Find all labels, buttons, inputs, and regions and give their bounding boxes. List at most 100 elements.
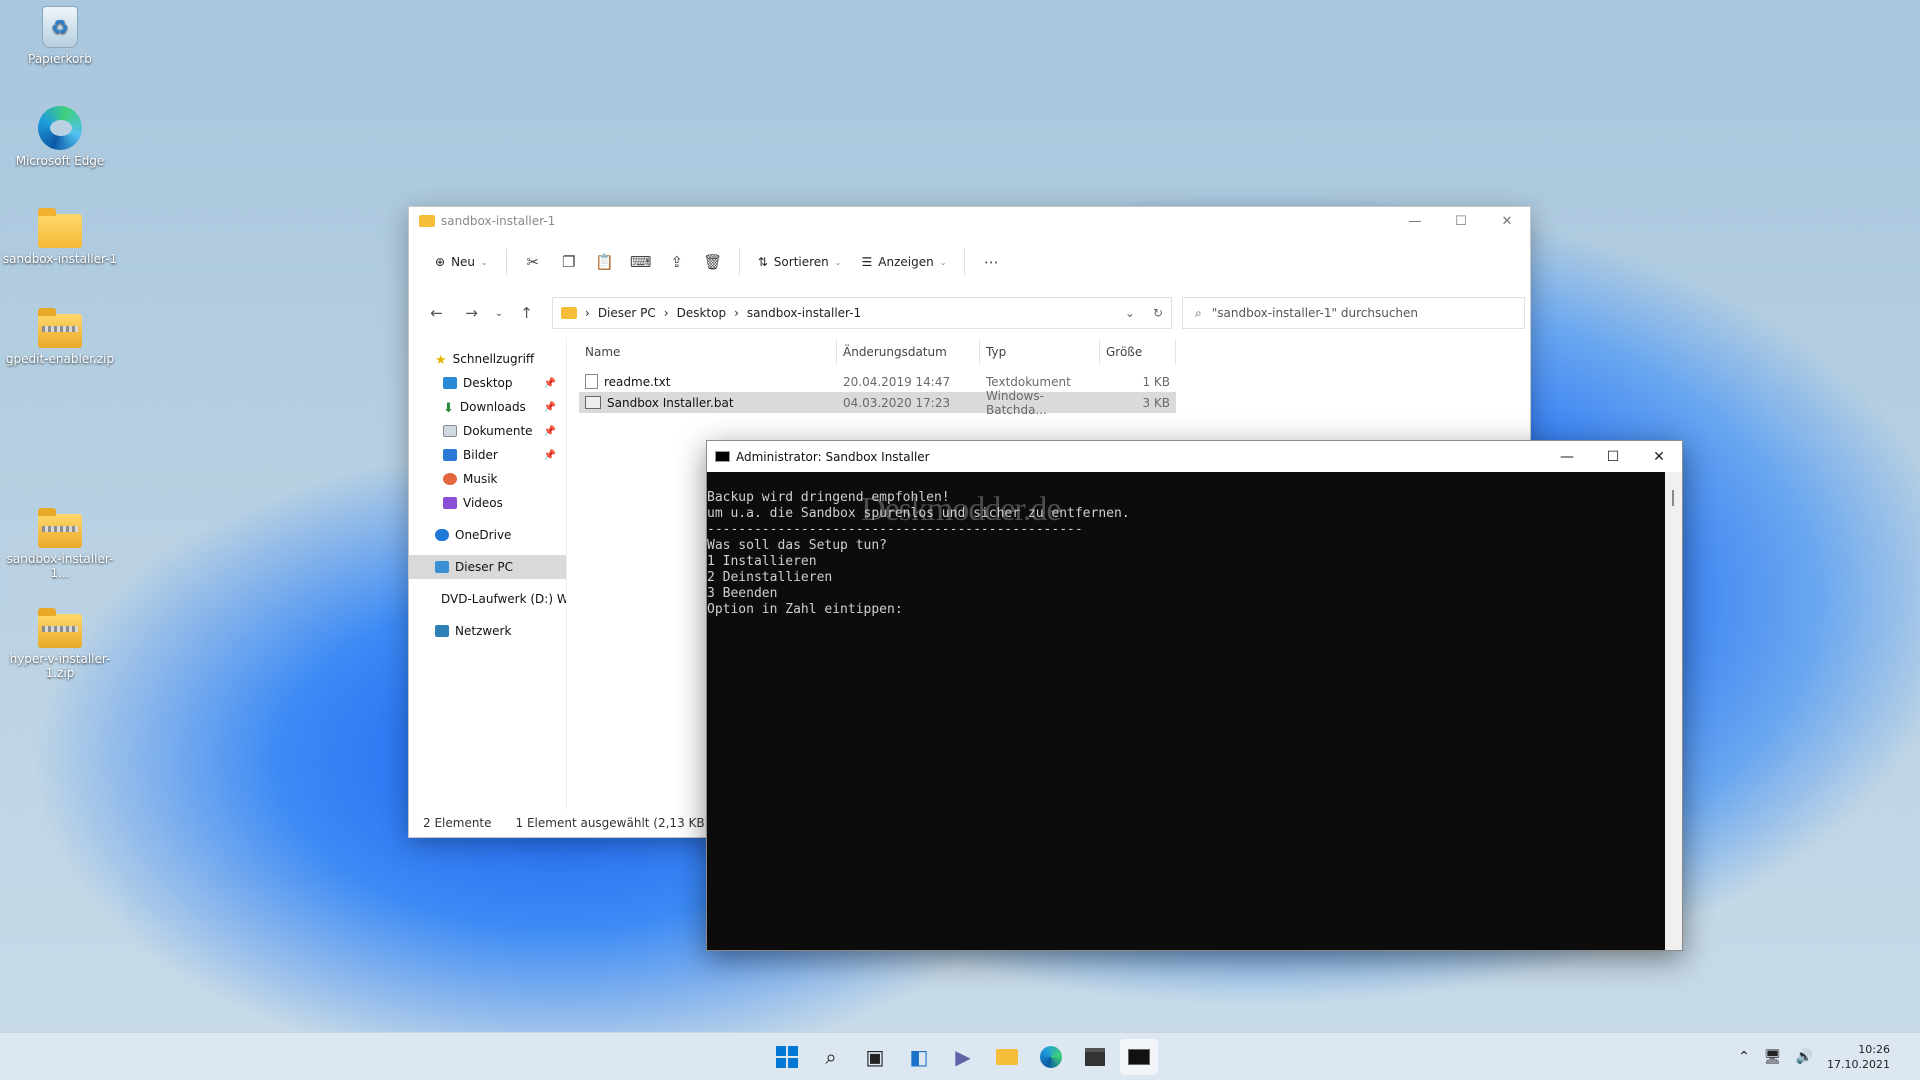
desktop-icon-sandbox-folder[interactable]: sandbox-installer-1 xyxy=(0,206,120,266)
share-icon: ⇪ xyxy=(670,253,684,271)
chevron-down-icon: ⌄ xyxy=(481,257,488,267)
more-options-button[interactable]: ⋯ xyxy=(975,246,1007,278)
divider xyxy=(738,249,740,275)
maximize-button[interactable]: ☐ xyxy=(1590,449,1636,465)
console-line: ----------------------------------------… xyxy=(707,522,1083,537)
share-button[interactable]: ⇪ xyxy=(661,246,693,278)
file-size: 1 KB xyxy=(1142,374,1170,389)
taskbar-apps: ⌕ ▣ ◧ ▶ xyxy=(768,1039,1158,1075)
scrollbar[interactable] xyxy=(1665,472,1682,950)
delete-button[interactable]: 🗑 xyxy=(697,246,729,278)
column-headers: Name Änderungsdatum Typ Größe xyxy=(579,337,1530,367)
scroll-thumb[interactable] xyxy=(1672,490,1674,506)
nav-item-pictures[interactable]: Bilder 📌 xyxy=(409,443,566,467)
file-date: 20.04.2019 14:47 xyxy=(843,374,951,389)
file-row[interactable]: Sandbox Installer.bat 04.03.2020 17:23 W… xyxy=(579,389,1176,417)
chevron-up-icon[interactable]: ⌃ xyxy=(1738,1049,1750,1065)
zip-folder-icon xyxy=(38,508,82,548)
forward-button[interactable]: → xyxy=(454,304,489,322)
minimize-button[interactable]: — xyxy=(1392,214,1438,229)
nav-item-documents[interactable]: Dokumente 📌 xyxy=(409,419,566,443)
nav-item-videos[interactable]: Videos xyxy=(409,491,566,515)
document-icon xyxy=(443,425,457,437)
terminal-taskbar-button[interactable] xyxy=(1120,1039,1158,1075)
address-bar[interactable]: › Dieser PC › Desktop › sandbox-installe… xyxy=(552,297,1172,329)
desktop-icon-label: gpedit-enabler.zip xyxy=(5,352,115,366)
cut-button[interactable]: ✂ xyxy=(517,246,549,278)
copy-button[interactable]: ❐ xyxy=(553,246,585,278)
status-bar: 2 Elemente 1 Element ausgewählt (2,13 KB… xyxy=(409,809,709,837)
picture-icon xyxy=(443,449,457,461)
nav-item-music[interactable]: Musik xyxy=(409,467,566,491)
console-icon xyxy=(1128,1049,1150,1065)
column-header-date[interactable]: Änderungsdatum xyxy=(837,339,980,365)
nav-network[interactable]: Netzwerk xyxy=(409,619,566,643)
up-button[interactable]: ↑ xyxy=(509,304,544,322)
sort-button[interactable]: ⇅ Sortieren ⌄ xyxy=(750,246,850,278)
column-header-type[interactable]: Typ xyxy=(980,339,1100,365)
explorer-titlebar[interactable]: sandbox-installer-1 — ☐ ✕ xyxy=(409,207,1530,235)
close-button[interactable]: ✕ xyxy=(1484,214,1530,229)
desktop-icon-sandbox-zip[interactable]: sandbox-installer-1... xyxy=(0,506,120,580)
breadcrumb-item[interactable]: Dieser PC xyxy=(598,306,656,320)
desktop-icon-recycle-bin[interactable]: Papierkorb xyxy=(0,6,120,66)
console-titlebar[interactable]: Administrator: Sandbox Installer — ☐ ✕ xyxy=(707,441,1682,472)
widgets-button[interactable]: ◧ xyxy=(900,1039,938,1075)
navigation-pane: ★ Schnellzugriff Desktop 📌 ⬇ Downloads 📌 Dok… xyxy=(409,337,567,809)
edge-taskbar-button[interactable] xyxy=(1032,1039,1070,1075)
console-output[interactable]: Backup wird dringend empfohlen! um u.a. d… xyxy=(707,472,1682,650)
chevron-right-icon: › xyxy=(585,306,590,320)
start-button[interactable] xyxy=(768,1039,806,1075)
column-header-name[interactable]: Name xyxy=(579,339,837,365)
breadcrumb-item[interactable]: sandbox-installer-1 xyxy=(747,306,861,320)
plus-circle-icon: ⊕ xyxy=(435,255,446,269)
refresh-icon[interactable]: ↻ xyxy=(1153,306,1163,320)
search-button[interactable]: ⌕ xyxy=(812,1039,850,1075)
scissors-icon: ✂ xyxy=(526,253,540,271)
desktop-icon-edge[interactable]: Microsoft Edge xyxy=(0,106,120,168)
star-icon: ★ xyxy=(435,353,447,368)
back-button[interactable]: ← xyxy=(419,304,454,322)
zip-folder-icon xyxy=(38,308,82,348)
nav-quick-access[interactable]: ★ Schnellzugriff xyxy=(409,347,566,371)
trash-icon: 🗑 xyxy=(703,253,723,271)
network-icon[interactable]: 🖥 xyxy=(1764,1049,1782,1065)
nav-dvd-drive[interactable]: DVD-Laufwerk (D:) W xyxy=(409,587,566,611)
video-icon xyxy=(443,497,457,509)
music-icon xyxy=(443,473,457,485)
column-header-size[interactable]: Größe xyxy=(1100,339,1176,365)
divider xyxy=(964,249,966,275)
history-dropdown-icon[interactable]: ⌄ xyxy=(1125,306,1135,320)
desktop-icon-label: Papierkorb xyxy=(28,52,92,66)
system-tray: ⌃ 🖥 🔊 10:26 17.10.2021 xyxy=(1738,1033,1920,1080)
window-title: sandbox-installer-1 xyxy=(441,214,556,228)
clock[interactable]: 10:26 17.10.2021 xyxy=(1827,1042,1890,1072)
desktop-icon-label: Microsoft Edge xyxy=(15,154,105,168)
store-taskbar-button[interactable] xyxy=(1076,1039,1114,1075)
maximize-button[interactable]: ☐ xyxy=(1438,214,1484,229)
nav-label: Netzwerk xyxy=(455,624,512,638)
desktop-icon-gpedit-zip[interactable]: gpedit-enabler.zip xyxy=(0,306,120,366)
rename-button[interactable]: ⌨ xyxy=(625,246,657,278)
new-button[interactable]: ⊕ Neu ⌄ xyxy=(427,246,496,278)
close-button[interactable]: ✕ xyxy=(1636,449,1682,465)
pin-icon: 📌 xyxy=(543,449,556,461)
breadcrumb-item[interactable]: Desktop xyxy=(677,306,727,320)
chat-button[interactable]: ▶ xyxy=(944,1039,982,1075)
watermark: Deskmodder.de xyxy=(861,491,1061,528)
list-view-icon: ☰ xyxy=(861,255,873,269)
paste-button[interactable]: 📋 xyxy=(589,246,621,278)
nav-this-pc[interactable]: Dieser PC xyxy=(409,555,566,579)
search-input[interactable]: ⌕ "sandbox-installer-1" durchsuchen xyxy=(1182,297,1525,329)
desktop-icon-label: sandbox-installer-1... xyxy=(6,552,114,580)
minimize-button[interactable]: — xyxy=(1544,449,1590,465)
nav-item-desktop[interactable]: Desktop 📌 xyxy=(409,371,566,395)
nav-onedrive[interactable]: OneDrive xyxy=(409,523,566,547)
recent-locations-button[interactable]: ⌄ xyxy=(489,308,509,319)
file-explorer-taskbar-button[interactable] xyxy=(988,1039,1026,1075)
task-view-button[interactable]: ▣ xyxy=(856,1039,894,1075)
volume-icon[interactable]: 🔊 xyxy=(1796,1049,1813,1065)
desktop-icon-hyperv-zip[interactable]: hyper-v-installer-1.zip xyxy=(0,606,120,680)
view-button[interactable]: ☰ Anzeigen ⌄ xyxy=(853,246,954,278)
nav-item-downloads[interactable]: ⬇ Downloads 📌 xyxy=(409,395,566,419)
